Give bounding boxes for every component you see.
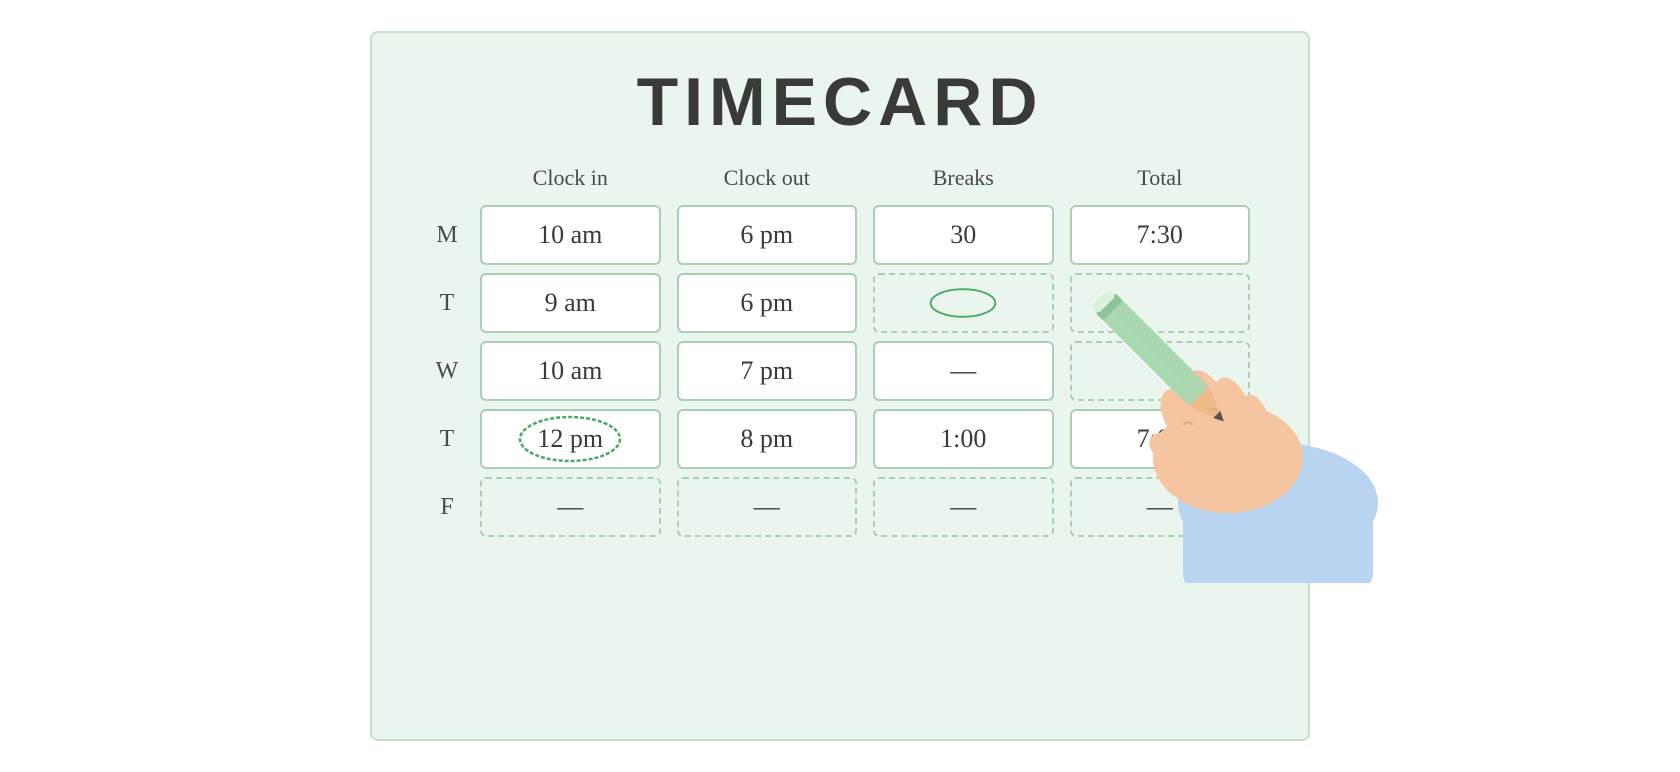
total-box: — [1070, 477, 1251, 537]
clock-in-box: 10 am [480, 341, 661, 401]
day-label: W [422, 337, 472, 405]
total-box: 7:30 [1070, 205, 1251, 265]
clock-in-cell: 9 am [472, 269, 669, 337]
clock-out-box: 6 pm [677, 205, 858, 265]
clock-in-box: 10 am [480, 205, 661, 265]
clock-in-box: 12 pm [480, 409, 661, 469]
col-header-clock-out: Clock out [669, 161, 866, 201]
col-header-day [422, 161, 472, 201]
breaks-box [873, 273, 1054, 333]
clock-in-box: 9 am [480, 273, 661, 333]
clock-in-box: — [480, 477, 661, 537]
clock-in-cell: 10 am [472, 337, 669, 405]
total-cell: — [1062, 473, 1259, 541]
clock-out-box: 6 pm [677, 273, 858, 333]
breaks-cell: 30 [865, 201, 1062, 269]
breaks-cell [865, 269, 1062, 337]
total-box [1070, 341, 1251, 401]
total-cell [1062, 269, 1259, 337]
page-title: TIMECARD [637, 63, 1044, 141]
breaks-box: 30 [873, 205, 1054, 265]
clock-out-cell: — [669, 473, 866, 541]
clock-in-cell: — [472, 473, 669, 541]
col-header-clock-in: Clock in [472, 161, 669, 201]
clock-out-cell: 8 pm [669, 405, 866, 473]
clock-in-cell: 12 pm [472, 405, 669, 473]
breaks-cell: — [865, 473, 1062, 541]
clock-out-box: 7 pm [677, 341, 858, 401]
clock-out-cell: 7 pm [669, 337, 866, 405]
table-row: T9 am 6 pm [422, 269, 1258, 337]
breaks-cell: 1:00 [865, 405, 1062, 473]
total-box: 7:00 [1070, 409, 1251, 469]
day-label: F [422, 473, 472, 541]
clock-in-cell: 10 am [472, 201, 669, 269]
day-label: T [422, 269, 472, 337]
total-cell [1062, 337, 1259, 405]
breaks-box: 1:00 [873, 409, 1054, 469]
table-row: M10 am 6 pm30 7:30 [422, 201, 1258, 269]
clock-out-cell: 6 pm [669, 201, 866, 269]
timecard-card: TIMECARD Clock in Clock out Breaks Total… [370, 31, 1310, 741]
col-header-total: Total [1062, 161, 1259, 201]
table-row: F———— [422, 473, 1258, 541]
total-cell: 7:30 [1062, 201, 1259, 269]
breaks-box: — [873, 341, 1054, 401]
col-header-breaks: Breaks [865, 161, 1062, 201]
total-box [1070, 273, 1251, 333]
breaks-cell: — [865, 337, 1062, 405]
day-label: M [422, 201, 472, 269]
timecard-table: Clock in Clock out Breaks Total M10 am6 … [422, 161, 1258, 541]
table-row: T12 pm 8 pm1:00 7:00 [422, 405, 1258, 473]
day-label: T [422, 405, 472, 473]
clock-out-cell: 6 pm [669, 269, 866, 337]
total-cell: 7:00 [1062, 405, 1259, 473]
clock-out-box: — [677, 477, 858, 537]
breaks-box: — [873, 477, 1054, 537]
clock-out-box: 8 pm [677, 409, 858, 469]
table-row: W10 am 7 pm— [422, 337, 1258, 405]
